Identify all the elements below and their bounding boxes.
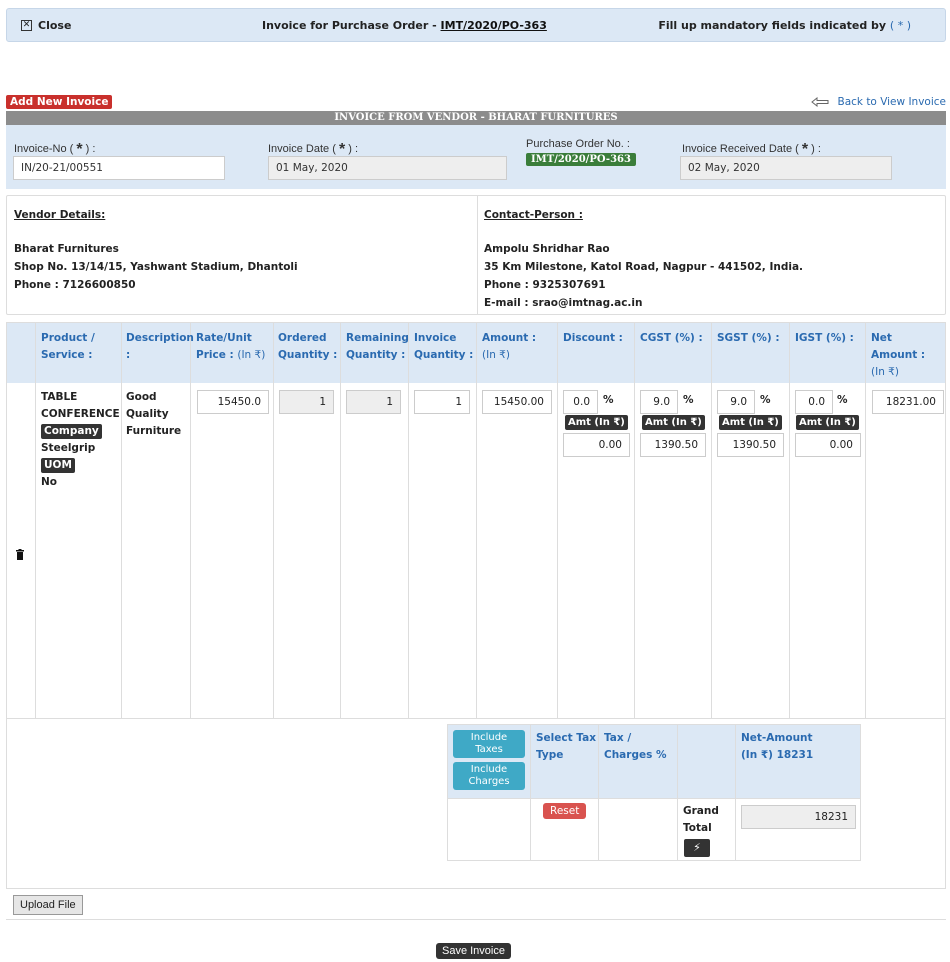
section-title: INVOICE FROM VENDOR - BHARAT FURNITURES xyxy=(6,111,946,125)
grand-total-label: Grand Total xyxy=(683,805,719,834)
grand-total-input: 18231 xyxy=(741,805,856,829)
po-number-badge: IMT/2020/PO-363 xyxy=(526,153,636,166)
refresh-total-icon[interactable]: ⚡ xyxy=(684,839,710,857)
back-arrow-icon xyxy=(811,97,829,107)
cgst-pct-input[interactable]: 9.0 xyxy=(640,390,678,414)
vendor-name: Bharat Furnitures xyxy=(14,243,119,255)
invoice-qty-input[interactable]: 1 xyxy=(414,390,470,414)
received-date-label: Invoice Received Date ( * ) : xyxy=(682,141,821,158)
amount-input[interactable]: 15450.00 xyxy=(482,390,552,414)
close-button[interactable]: ✕ Close xyxy=(21,19,71,32)
invoice-no-input[interactable]: IN/20-21/00551 xyxy=(13,156,225,180)
discount-amt-tag: Amt (In ₹) xyxy=(565,415,628,430)
invoice-date-input[interactable]: 01 May, 2020 xyxy=(268,156,507,180)
close-label: Close xyxy=(38,19,72,32)
contact-email: E-mail : srao@imtnag.ac.in xyxy=(484,297,643,309)
col-discount: Discount : xyxy=(563,332,623,344)
igst-amt-input[interactable]: 0.00 xyxy=(795,433,861,457)
invoice-meta-row: Invoice-No ( * ) : IN/20-21/00551 Invoic… xyxy=(6,125,946,189)
reset-button[interactable]: Reset xyxy=(543,803,587,819)
ordered-qty-input: 1 xyxy=(279,390,334,414)
discount-pct-input[interactable]: 0.0 xyxy=(563,390,598,414)
upload-file-button[interactable]: Upload File xyxy=(13,895,83,915)
uom-tag: UOM xyxy=(41,458,75,473)
company-tag: Company xyxy=(41,424,102,439)
col-ordered: Ordered Quantity : xyxy=(278,332,338,361)
col-sgst: SGST (%) : xyxy=(717,332,780,344)
add-new-invoice-badge[interactable]: Add New Invoice xyxy=(6,95,113,109)
contact-person: Contact-Person : Ampolu Shridhar Rao 35 … xyxy=(484,206,803,312)
close-icon: ✕ xyxy=(21,20,32,31)
sgst-pct-input[interactable]: 9.0 xyxy=(717,390,755,414)
remaining-qty-input: 1 xyxy=(346,390,401,414)
tax-charges-header: Tax / Charges % xyxy=(604,732,667,761)
vendor-phone: Phone : 7126600850 xyxy=(14,279,136,291)
select-tax-type-header: Select Tax Type xyxy=(536,732,596,761)
vendor-address: Shop No. 13/14/15, Yashwant Stadium, Dha… xyxy=(14,261,298,273)
contact-phone: Phone : 9325307691 xyxy=(484,279,606,291)
invoice-date-label: Invoice Date ( * ) : xyxy=(268,141,359,158)
page-title: Invoice for Purchase Order - IMT/2020/PO… xyxy=(262,19,547,32)
description-cell: Good Quality Furniture xyxy=(126,391,182,437)
igst-amt-tag: Amt (In ₹) xyxy=(796,415,859,430)
net-amount-summary: Net-Amount (In ₹) 18231 xyxy=(741,732,814,761)
col-igst: IGST (%) : xyxy=(795,332,854,344)
igst-pct-input[interactable]: 0.0 xyxy=(795,390,833,414)
po-link[interactable]: IMT/2020/PO-363 xyxy=(441,19,547,32)
col-cgst: CGST (%) : xyxy=(640,332,703,344)
contact-address: 35 Km Milestone, Katol Road, Nagpur - 44… xyxy=(484,261,804,273)
trash-icon[interactable] xyxy=(16,549,24,560)
save-invoice-button[interactable]: Save Invoice xyxy=(436,943,511,959)
sgst-amt-input[interactable]: 1390.50 xyxy=(717,433,784,457)
include-charges-button[interactable]: Include Charges xyxy=(453,762,525,790)
col-net: Net Amount : (In ₹) xyxy=(871,332,926,378)
vendor-contact-panel: Vendor Details: Bharat Furnitures Shop N… xyxy=(6,195,946,315)
vendor-details: Vendor Details: Bharat Furnitures Shop N… xyxy=(14,206,298,294)
mandatory-note: Fill up mandatory fields indicated by ( … xyxy=(658,19,911,32)
received-date-input[interactable]: 02 May, 2020 xyxy=(680,156,892,180)
back-to-view-invoice-link[interactable]: Back to View Invoice xyxy=(811,96,946,108)
col-invoice-qty: Invoice Quantity : xyxy=(414,332,474,361)
contact-name: Ampolu Shridhar Rao xyxy=(484,243,610,255)
col-product: Product / Service : xyxy=(41,332,95,361)
cgst-amt-input[interactable]: 1390.50 xyxy=(640,433,706,457)
net-amount-input[interactable]: 18231.00 xyxy=(872,390,944,414)
col-description: Description: xyxy=(126,332,194,361)
discount-amt-input[interactable]: 0.00 xyxy=(563,433,630,457)
po-number-label: Purchase Order No. : xyxy=(526,138,630,150)
rate-input[interactable]: 15450.0 xyxy=(197,390,269,414)
invoice-no-label: Invoice-No ( * ) : xyxy=(14,141,96,158)
product-table: Product / Service : Description: Rate/Uni… xyxy=(6,322,946,719)
include-taxes-button[interactable]: Include Taxes xyxy=(453,730,525,758)
col-rate: Rate/Unit Price : (In ₹) xyxy=(196,332,266,361)
col-remaining: Remaining Quantity : xyxy=(346,332,409,361)
col-amount: Amount : (In ₹) xyxy=(482,332,537,361)
sgst-amt-tag: Amt (In ₹) xyxy=(719,415,782,430)
product-cell: TABLE CONFERENCE Company Steelgrip UOM N… xyxy=(41,391,120,488)
top-bar: ✕ Close Invoice for Purchase Order - IMT… xyxy=(6,8,946,42)
summary-table: Include Taxes Include Charges Select Tax Ty… xyxy=(447,724,861,861)
cgst-amt-tag: Amt (In ₹) xyxy=(642,415,705,430)
